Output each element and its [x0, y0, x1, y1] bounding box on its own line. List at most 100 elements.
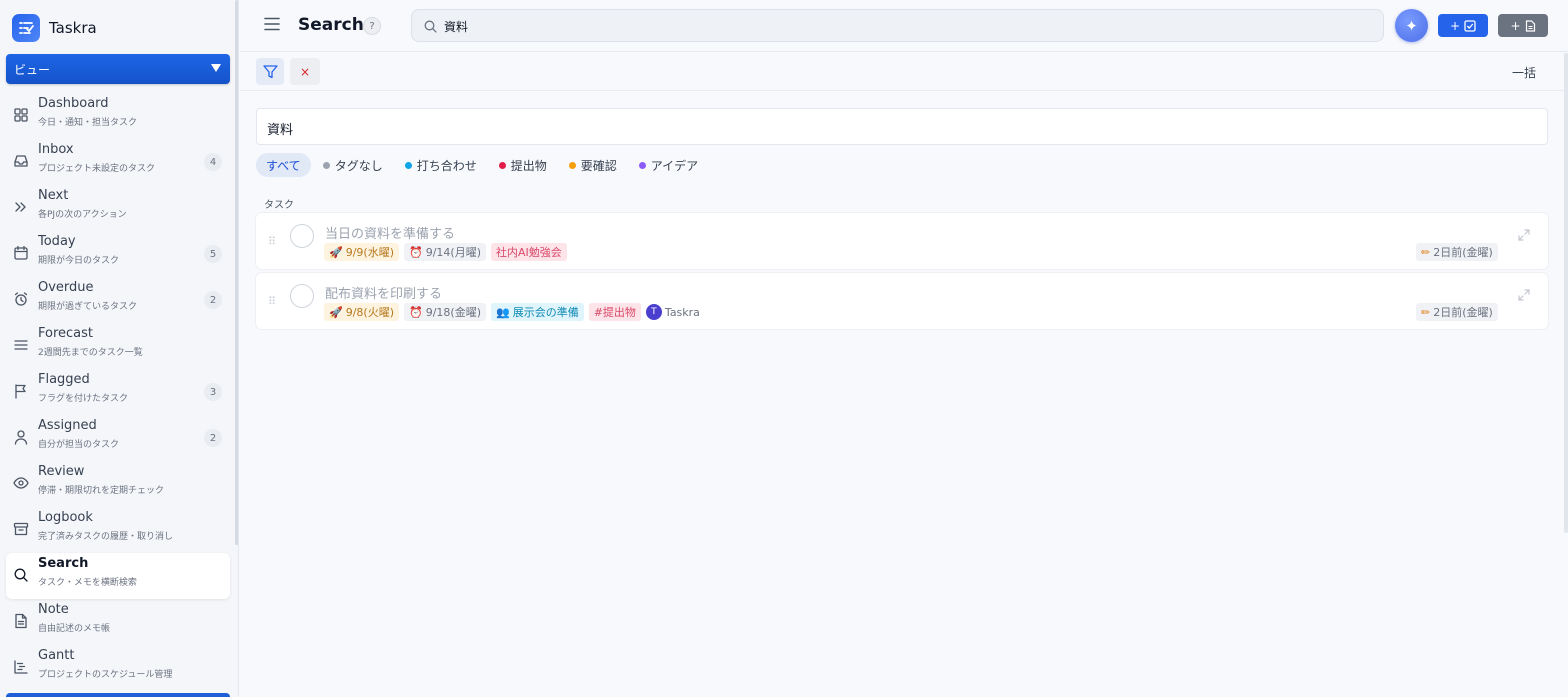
sidebar-item-description: タスク・メモを横断検索: [38, 578, 137, 588]
start-date: 9/8(火曜): [345, 306, 394, 319]
search-toolbar: × 一括: [240, 53, 1568, 91]
plus-label: +: [1510, 18, 1521, 33]
modified-badge: ✏ 2日前(金曜): [1416, 243, 1498, 261]
sidebar-scrollbar[interactable]: [235, 0, 238, 545]
sidebar-bottom-item[interactable]: [6, 693, 230, 697]
bulk-action-button[interactable]: 一括: [1512, 64, 1536, 81]
due-date-badge[interactable]: ⏰ 9/14(月曜): [404, 243, 486, 261]
expand-icon[interactable]: [1518, 289, 1530, 301]
search-icon: [424, 20, 437, 33]
project-badge[interactable]: 社内AI勉強会: [491, 243, 567, 261]
query-field[interactable]: 資料: [256, 108, 1548, 145]
top-bar: Search ? ✦ + +: [240, 0, 1568, 52]
sidebar-item-label: Note: [38, 602, 69, 617]
sidebar-item-review[interactable]: Review 停滞・期限切れを定期チェック: [6, 461, 230, 507]
sidebar-item-logbook[interactable]: Logbook 完了済みタスクの履歴・取り消し: [6, 507, 230, 553]
task-complete-checkbox[interactable]: [290, 224, 314, 248]
sidebar-item-label: Review: [38, 464, 85, 479]
view-select[interactable]: ビュー: [6, 54, 230, 84]
sidebar-item-search[interactable]: Search タスク・メモを横断検索: [6, 553, 230, 599]
task-title[interactable]: 当日の資料を準備する: [325, 223, 455, 242]
tag-color-dot: [404, 161, 412, 169]
sidebar-item-overdue[interactable]: Overdue 期限が過ぎているタスク 2: [6, 277, 230, 323]
sidebar-item-label: Search: [38, 556, 89, 571]
task-title[interactable]: 配布資料を印刷する: [325, 283, 442, 302]
archive-icon: [13, 522, 29, 536]
sidebar-item-flagged[interactable]: Flagged フラグを付けたタスク 3: [6, 369, 230, 415]
add-task-button[interactable]: +: [1438, 14, 1488, 37]
count-badge: 2: [204, 291, 222, 309]
pencil-icon: ✏: [1421, 245, 1431, 259]
sidebar-item-label: Logbook: [38, 510, 93, 525]
task-card[interactable]: ⠿ 当日の資料を準備する 🚀 9/9(水曜) ⏰ 9/14(月曜) 社内AI勉強会 ✏ 2日前(…: [256, 213, 1548, 269]
ai-assistant-button[interactable]: ✦: [1395, 9, 1428, 42]
search-bar[interactable]: [411, 9, 1384, 42]
expand-icon[interactable]: [1518, 229, 1530, 241]
sidebar-item-note[interactable]: Note 自由記述のメモ帳: [6, 599, 230, 645]
count-badge: 4: [204, 153, 222, 171]
task-complete-checkbox[interactable]: [290, 284, 314, 308]
search-input[interactable]: [444, 16, 1344, 36]
sidebar-item-next[interactable]: Next 各PJの次のアクション: [6, 185, 230, 231]
sidebar-item-inbox[interactable]: Inbox プロジェクト未設定のタスク 4: [6, 139, 230, 185]
due-date-badge[interactable]: ⏰ 9/18(金曜): [404, 303, 486, 321]
people-icon: 👥: [496, 305, 510, 319]
menu-icon[interactable]: [264, 17, 280, 31]
start-date-badge[interactable]: 🚀 9/8(火曜): [324, 303, 399, 321]
search-icon: [14, 568, 28, 582]
sidebar-item-label: Forecast: [38, 326, 94, 341]
sidebar-item-description: 期限が過ぎているタスク: [38, 302, 138, 312]
brand[interactable]: Taskra: [12, 13, 97, 43]
tag-filter-chip[interactable]: タグなし: [313, 153, 393, 177]
tag-filter-label: 要確認: [580, 158, 617, 173]
drag-handle-icon[interactable]: ⠿: [268, 295, 276, 308]
count-badge: 5: [204, 245, 222, 263]
due-date: 9/18(金曜): [425, 306, 481, 319]
start-date: 9/9(水曜): [345, 246, 394, 259]
rocket-icon: 🚀: [329, 245, 343, 259]
filter-button[interactable]: [256, 58, 284, 85]
sidebar-item-description: 2週間先までのタスク一覧: [38, 348, 143, 358]
project-badge[interactable]: 👥 展示会の準備: [491, 303, 584, 321]
modified-time: 2日前(金曜): [1433, 246, 1493, 259]
sidebar-item-today[interactable]: Today 期限が今日のタスク 5: [6, 231, 230, 277]
modified-time: 2日前(金曜): [1433, 306, 1493, 319]
lines-icon: [14, 340, 28, 350]
sidebar-item-forecast[interactable]: Forecast 2週間先までのタスク一覧: [6, 323, 230, 369]
start-date-badge[interactable]: 🚀 9/9(水曜): [324, 243, 399, 261]
tag-filter-chip[interactable]: すべて: [256, 153, 311, 177]
drag-handle-icon[interactable]: ⠿: [268, 235, 276, 248]
sidebar-item-description: 完了済みタスクの履歴・取り消し: [38, 532, 174, 542]
sidebar-item-dashboard[interactable]: Dashboard 今日・通知・担当タスク: [6, 93, 230, 139]
tag-filter-chip[interactable]: アイデア: [629, 153, 708, 177]
view-select-label: ビュー: [14, 62, 51, 77]
assignee-badge[interactable]: T Taskra: [645, 303, 705, 321]
add-note-button[interactable]: +: [1498, 14, 1548, 37]
taskra-logo-icon: [12, 14, 40, 42]
tag-color-dot: [638, 161, 646, 169]
sidebar-item-assigned[interactable]: Assigned 自分が担当のタスク 2: [6, 415, 230, 461]
document-icon: [1525, 19, 1535, 32]
rocket-icon: 🚀: [329, 305, 343, 319]
tag-filter-chip[interactable]: 要確認: [559, 153, 627, 177]
count-badge: 3: [204, 383, 222, 401]
sidebar-item-gantt[interactable]: Gantt プロジェクトのスケジュール管理: [6, 645, 230, 691]
tag-badge[interactable]: #提出物: [588, 303, 641, 321]
task-meta: 🚀 9/8(火曜) ⏰ 9/18(金曜) 👥 展示会の準備 #提出物 T Taskra: [324, 303, 705, 321]
sparkle-icon: ✦: [1405, 16, 1418, 35]
task-card[interactable]: ⠿ 配布資料を印刷する 🚀 9/8(火曜) ⏰ 9/18(金曜) 👥 展示会の準備 #提出物 T T…: [256, 273, 1548, 329]
tag-filter-chip[interactable]: 提出物: [489, 153, 557, 177]
sidebar-item-label: Assigned: [38, 418, 97, 433]
inbox-icon: [14, 155, 28, 167]
help-button[interactable]: ?: [363, 17, 381, 35]
clear-filter-button[interactable]: ×: [290, 58, 320, 85]
tag-filter-chip[interactable]: 打ち合わせ: [395, 153, 487, 177]
double-chevron-icon: [15, 202, 26, 212]
sidebar-item-label: Inbox: [38, 142, 74, 157]
plus-label: +: [1449, 18, 1461, 33]
document-icon: [15, 613, 27, 629]
sidebar-item-label: Today: [38, 234, 76, 249]
main-scrollbar[interactable]: [1564, 53, 1568, 533]
avatar: T: [645, 304, 662, 320]
sidebar-item-label: Overdue: [38, 280, 94, 295]
